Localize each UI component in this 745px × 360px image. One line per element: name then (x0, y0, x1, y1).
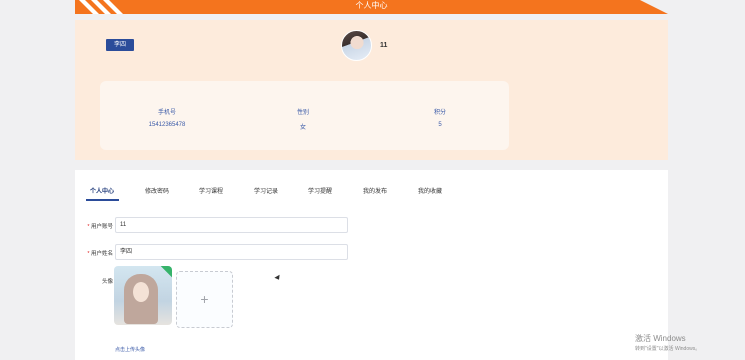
watermark-line1: 激活 Windows (635, 334, 686, 343)
avatar-upload-button[interactable]: + (176, 271, 233, 328)
avatar (341, 30, 372, 61)
avatar-label: 头像 (101, 279, 113, 285)
stat-value: 女 (299, 125, 306, 131)
required-mark: * (87, 251, 90, 257)
name-label-text: 用户姓名 (90, 251, 113, 257)
stat-value: 5 (438, 122, 442, 128)
stat-label: 积分 (433, 110, 446, 116)
account-label: * 用户账号 (75, 222, 113, 230)
tab-study-records[interactable]: 学习记录 (254, 186, 278, 195)
username: 11 (380, 42, 388, 49)
required-mark: * (87, 224, 90, 230)
success-corner (160, 266, 172, 278)
stat-label: 手机号 (157, 110, 176, 116)
stat-phone: 手机号 15412365478 (117, 107, 217, 128)
stats-box: 手机号 15412365478 性别 女 积分 5 (100, 81, 509, 150)
avatar-preview[interactable] (114, 266, 172, 325)
stat-points: 积分 5 (390, 107, 490, 128)
profile-card: 李四 11 手机号 15412365478 性别 女 积分 5 (75, 20, 668, 160)
tab-change-password[interactable]: 修改密码 (145, 186, 169, 195)
content-card: 个人中心 修改密码 学习课程 学习记录 学习提醒 我的发布 我的收藏 * 用户账… (75, 170, 668, 360)
watermark-line2: 转到"设置"以激活 Windows。 (635, 346, 701, 352)
name-field[interactable]: 李四 (115, 244, 348, 260)
tab-my-favorites[interactable]: 我的收藏 (418, 186, 442, 195)
account-label-text: 用户账号 (90, 224, 113, 230)
name-label: * 用户姓名 (75, 249, 113, 257)
top-banner: 个人中心 (75, 0, 668, 14)
stat-value: 15412365478 (148, 122, 186, 128)
account-field[interactable]: 11 (115, 217, 348, 233)
stat-gender: 性别 女 (253, 107, 353, 131)
tab-my-courses[interactable]: 学习课程 (199, 186, 223, 195)
page-title: 个人中心 (355, 1, 388, 10)
avatar-face (133, 282, 149, 302)
active-tab-indicator (86, 199, 119, 201)
upload-hint[interactable]: 点击上传头像 (115, 346, 145, 353)
tab-profile[interactable]: 个人中心 (90, 186, 114, 195)
plus-icon: + (200, 291, 209, 307)
windows-activation-watermark: 激活 Windows 转到"设置"以激活 Windows。 (635, 333, 700, 352)
stat-label: 性别 (296, 110, 309, 116)
tab-study-reminders[interactable]: 学习提醒 (308, 186, 332, 195)
name-badge: 李四 (106, 39, 134, 51)
tab-my-posts[interactable]: 我的发布 (363, 186, 387, 195)
